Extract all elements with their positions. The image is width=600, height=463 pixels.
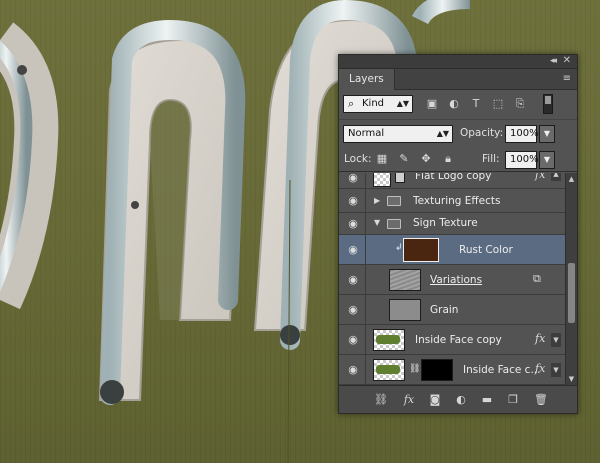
visibility-eye-icon[interactable]: ◉: [345, 195, 361, 206]
open-folder-icon: [387, 219, 401, 229]
clipping-mask-arrow-icon: ↲: [395, 243, 403, 253]
group-collapsed-triangle-icon[interactable]: ▶: [374, 196, 380, 205]
filter-kind-value: Kind: [362, 98, 385, 109]
smart-object-badge-icon: [395, 173, 405, 183]
search-icon: ⌕: [348, 97, 355, 110]
chevron-updown-icon: ▲▼: [396, 99, 409, 108]
layer-name: Grain: [430, 304, 459, 316]
color-fill-thumbnail[interactable]: [403, 238, 439, 262]
visibility-eye-icon[interactable]: ◉: [345, 304, 361, 315]
folder-icon: [387, 196, 401, 206]
layer-name: Inside Face c...: [463, 364, 541, 376]
layer-row-texturing-effects[interactable]: ◉ ▶ Texturing Effects: [339, 189, 565, 213]
layer-name: Rust Color: [459, 244, 513, 256]
thumbnail-content: [376, 335, 400, 344]
mask-link-icon[interactable]: ⛓: [409, 364, 420, 374]
opacity-field[interactable]: 100%: [505, 125, 539, 143]
lock-all-icon[interactable]: 🔒︎: [441, 152, 455, 166]
layer-row-flat-logo-copy[interactable]: ◉ Flat Logo copy fx ▲: [339, 173, 565, 189]
visibility-eye-icon[interactable]: ◉: [345, 218, 361, 229]
chevron-updown-icon: ▲▼: [436, 129, 449, 138]
scroll-up-icon[interactable]: ▲: [567, 174, 576, 184]
opacity-label: Opacity:: [460, 127, 504, 139]
layers-list: ◉ Flat Logo copy fx ▲ ◉ ▶ Texturing Effe…: [339, 173, 565, 385]
blend-mode-value: Normal: [348, 128, 385, 139]
layer-effects-fx-icon[interactable]: fx: [535, 362, 545, 375]
layer-name: Inside Face copy: [415, 334, 502, 346]
layer-thumbnail: [373, 173, 391, 187]
expand-effects-chevron-icon[interactable]: ▼: [551, 363, 561, 377]
lock-row: Lock: ▦ ✎ ✥ 🔒︎ Fill: 100% ▼: [339, 146, 577, 172]
blend-mode-select[interactable]: Normal ▲▼: [343, 125, 453, 143]
fill-field[interactable]: 100%: [505, 151, 539, 169]
visibility-eye-icon[interactable]: ◉: [345, 173, 361, 183]
group-expanded-triangle-icon[interactable]: ▼: [374, 218, 380, 227]
fx-icon[interactable]: fx: [401, 393, 417, 407]
opacity-dropdown-button[interactable]: ▼: [539, 125, 555, 143]
layer-row-rust-color[interactable]: ◉ ↲ Rust Color: [339, 235, 565, 265]
panel-menu-icon[interactable]: ≡: [563, 73, 571, 84]
scroll-down-icon[interactable]: ▼: [567, 374, 576, 384]
tab-layers[interactable]: Layers: [339, 69, 395, 90]
new-group-icon[interactable]: ▬: [479, 393, 495, 407]
layers-panel: ◂◂ ✕ Layers ≡ ⌕ Kind ▲▼ ▣ ◐ T ⬚ ⎘ Normal…: [338, 54, 578, 414]
adjustment-layer-icon[interactable]: ◐: [453, 393, 469, 407]
layer-name: Flat Logo copy: [415, 173, 492, 182]
layer-thumbnail: [389, 299, 421, 321]
layer-row-inside-face-copy[interactable]: ◉ Inside Face copy fx ▼: [339, 325, 565, 355]
panel-bottom-toolbar: ⛓ fx ◙ ◐ ▬ ❐ 🗑︎: [339, 385, 577, 413]
smart-object-filter-icon[interactable]: ⎘: [513, 97, 527, 111]
layer-mask-thumbnail[interactable]: [421, 359, 453, 381]
filter-kind-select[interactable]: ⌕ Kind ▲▼: [343, 95, 413, 113]
mask-icon[interactable]: ◙: [427, 393, 443, 407]
layers-scrollbar[interactable]: ▲ ▼: [565, 173, 577, 385]
visibility-eye-icon[interactable]: ◉: [345, 364, 361, 375]
layer-row-sign-texture[interactable]: ◉ ▼ Sign Texture: [339, 213, 565, 235]
panel-tab-bar: Layers ≡: [339, 69, 577, 90]
trash-icon[interactable]: 🗑︎: [533, 393, 549, 407]
layer-filter-row: ⌕ Kind ▲▼ ▣ ◐ T ⬚ ⎘: [339, 91, 577, 117]
panel-title-bar[interactable]: ◂◂ ✕: [339, 55, 577, 69]
layer-name: Sign Texture: [413, 217, 478, 229]
layer-row-variations[interactable]: ◉ Variations ⧉: [339, 265, 565, 295]
new-layer-icon[interactable]: ❐: [505, 393, 521, 407]
expand-effects-chevron-icon[interactable]: ▼: [551, 333, 561, 347]
layer-effects-fx-icon[interactable]: fx: [535, 173, 545, 181]
expand-effects-chevron-icon[interactable]: ▲: [551, 173, 561, 181]
visibility-eye-icon[interactable]: ◉: [345, 274, 361, 285]
adjustment-filter-icon[interactable]: ◐: [447, 97, 461, 111]
blend-row: Normal ▲▼ Opacity: 100% ▼: [339, 119, 577, 145]
scrollbar-thumb[interactable]: [568, 263, 575, 323]
lock-label: Lock:: [344, 153, 372, 165]
layer-name: Texturing Effects: [413, 195, 501, 207]
visibility-eye-icon[interactable]: ◉: [345, 244, 361, 255]
filter-toggle-switch[interactable]: [543, 94, 553, 114]
thumbnail-content: [376, 365, 400, 374]
type-filter-icon[interactable]: T: [469, 97, 483, 111]
lock-position-icon[interactable]: ✥: [419, 152, 433, 166]
fill-label: Fill:: [482, 153, 500, 165]
layer-effects-fx-icon[interactable]: fx: [535, 332, 545, 345]
layer-name: Variations: [430, 274, 483, 286]
image-filter-icon[interactable]: ▣: [425, 97, 439, 111]
smart-filter-icon[interactable]: ⧉: [533, 272, 541, 286]
lock-image-brush-icon[interactable]: ✎: [397, 152, 411, 166]
shape-filter-icon[interactable]: ⬚: [491, 97, 505, 111]
fill-dropdown-button[interactable]: ▼: [539, 151, 555, 169]
lock-transparency-icon[interactable]: ▦: [375, 152, 389, 166]
visibility-eye-icon[interactable]: ◉: [345, 334, 361, 345]
link-layers-icon[interactable]: ⛓: [373, 393, 389, 407]
close-panel-icon[interactable]: ✕: [563, 55, 571, 66]
layer-row-inside-face-copy-2[interactable]: ◉ ⛓ Inside Face c... fx ▼: [339, 355, 565, 385]
layer-row-grain[interactable]: ◉ Grain: [339, 295, 565, 325]
layer-thumbnail: [389, 269, 421, 291]
collapse-panel-icon[interactable]: ◂◂: [550, 56, 557, 66]
